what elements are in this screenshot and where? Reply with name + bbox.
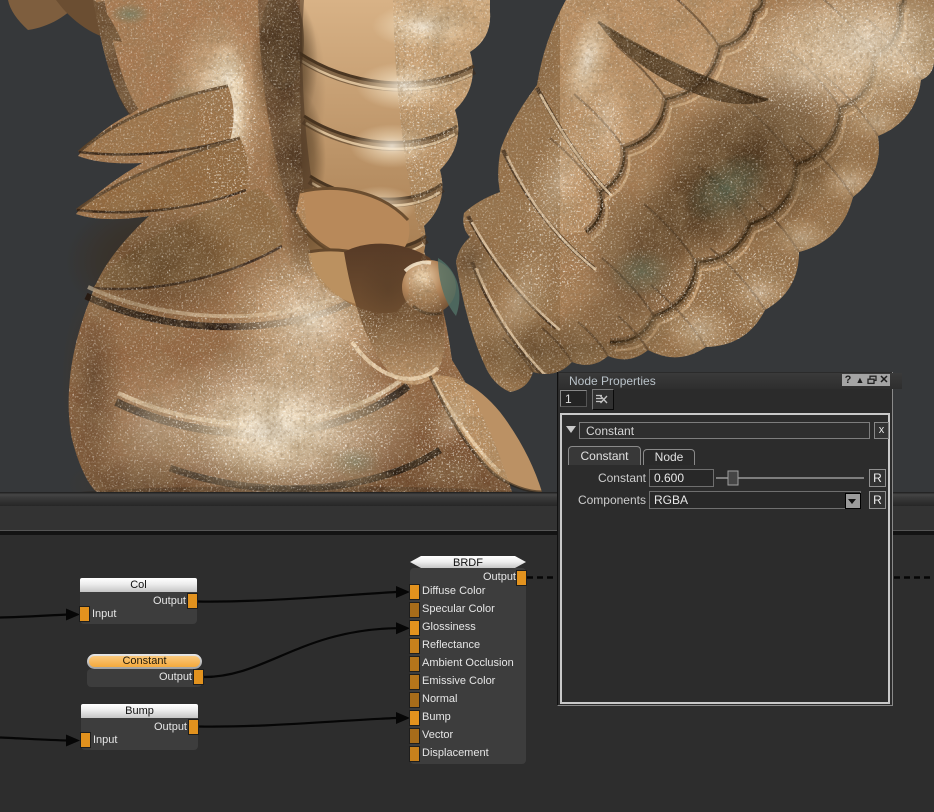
svg-text:BRDF: BRDF bbox=[453, 557, 483, 568]
